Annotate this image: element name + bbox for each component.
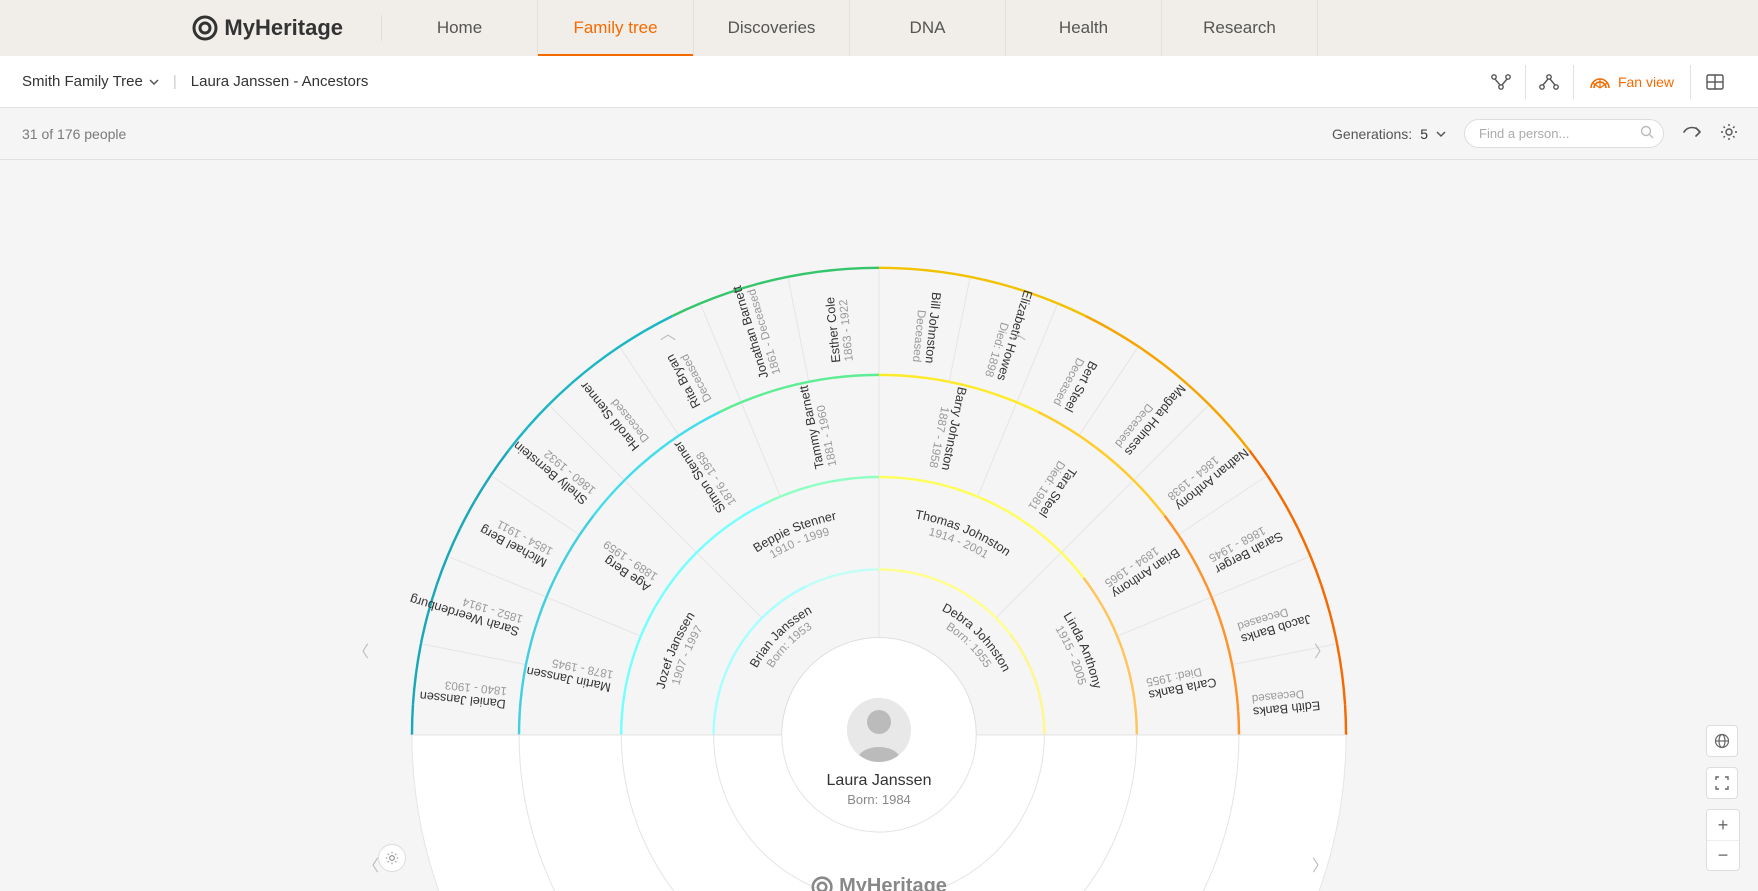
fan-view-label: Fan view <box>1618 74 1674 90</box>
brand-logo[interactable]: MyHeritage <box>192 15 343 41</box>
brand-icon <box>811 876 833 891</box>
tree-views-button-2[interactable] <box>1525 65 1573 99</box>
brand-icon <box>192 15 218 41</box>
nav-discoveries[interactable]: Discoveries <box>694 0 850 56</box>
generations-label: Generations: <box>1332 126 1412 142</box>
generations-value: 5 <box>1420 126 1428 142</box>
graph-icon <box>1490 73 1512 91</box>
zoom-in-button[interactable]: + <box>1707 810 1739 840</box>
search-icon <box>1640 125 1654 142</box>
center-person-avatar[interactable] <box>847 698 911 762</box>
tree-name: Smith Family Tree <box>22 73 143 90</box>
top-nav: MyHeritage HomeFamily treeDiscoveriesDNA… <box>0 0 1758 56</box>
nav-health[interactable]: Health <box>1006 0 1162 56</box>
center-person-name: Laura Janssen <box>827 772 932 790</box>
chevron-down-icon <box>149 77 159 87</box>
sub-bar: Smith Family Tree | Laura Janssen - Ance… <box>0 56 1758 108</box>
expand-chevron[interactable]: ︿ <box>660 320 676 344</box>
layout-button[interactable] <box>1690 65 1738 99</box>
zoom-out-button[interactable]: − <box>1707 840 1739 870</box>
tree-select[interactable]: Smith Family Tree <box>22 73 159 90</box>
center-person-sub: Born: 1984 <box>827 792 932 807</box>
search-input[interactable] <box>1464 119 1664 148</box>
tree-views-button-1[interactable] <box>1477 65 1525 99</box>
graph-alt-icon <box>1538 73 1560 91</box>
zoom-controls: + − <box>1706 725 1740 871</box>
generations-select[interactable]: Generations: 5 <box>1332 126 1446 142</box>
breadcrumb: Laura Janssen - Ancestors <box>191 73 369 90</box>
footer-brand: MyHeritage <box>811 875 947 891</box>
fan-view-button[interactable]: Fan view <box>1573 65 1690 99</box>
people-count: 31 of 176 people <box>22 126 126 142</box>
gear-icon <box>1720 123 1738 141</box>
nav-research[interactable]: Research <box>1162 0 1318 56</box>
nav-dna[interactable]: DNA <box>850 0 1006 56</box>
expand-chevron[interactable]: 〉 <box>1312 852 1328 876</box>
chart-toolbar: 31 of 176 people Generations: 5 <box>0 108 1758 160</box>
fullscreen-icon <box>1715 776 1729 790</box>
expand-chevron[interactable]: 〈 <box>353 638 369 662</box>
brand-block: MyHeritage <box>0 0 382 56</box>
expand-chevron[interactable]: 〉 <box>1314 638 1330 662</box>
expand-chevron[interactable]: 〈 <box>363 852 379 876</box>
fullscreen-button[interactable] <box>1706 767 1738 799</box>
nav-family-tree[interactable]: Family tree <box>538 0 694 56</box>
layout-icon <box>1706 74 1724 90</box>
share-button[interactable] <box>1682 123 1702 144</box>
nav-list: HomeFamily treeDiscoveriesDNAHealthResea… <box>382 0 1318 56</box>
nav-home[interactable]: Home <box>382 0 538 56</box>
brand-text: MyHeritage <box>224 15 343 41</box>
fan-chart-canvas[interactable]: Brian JanssenBorn: 1953Debra JohnstonBor… <box>0 160 1758 891</box>
center-person[interactable]: Laura Janssen Born: 1984 <box>827 772 932 807</box>
expand-chevron[interactable]: ︿ <box>1010 320 1026 344</box>
gear-icon <box>385 851 399 865</box>
chart-options-bubble[interactable] <box>378 844 406 872</box>
globe-icon <box>1714 733 1730 749</box>
share-icon <box>1682 123 1702 141</box>
orientation-button[interactable] <box>1706 725 1738 757</box>
settings-button[interactable] <box>1720 123 1738 144</box>
chevron-down-icon <box>1436 129 1446 139</box>
fan-icon <box>1590 75 1610 89</box>
